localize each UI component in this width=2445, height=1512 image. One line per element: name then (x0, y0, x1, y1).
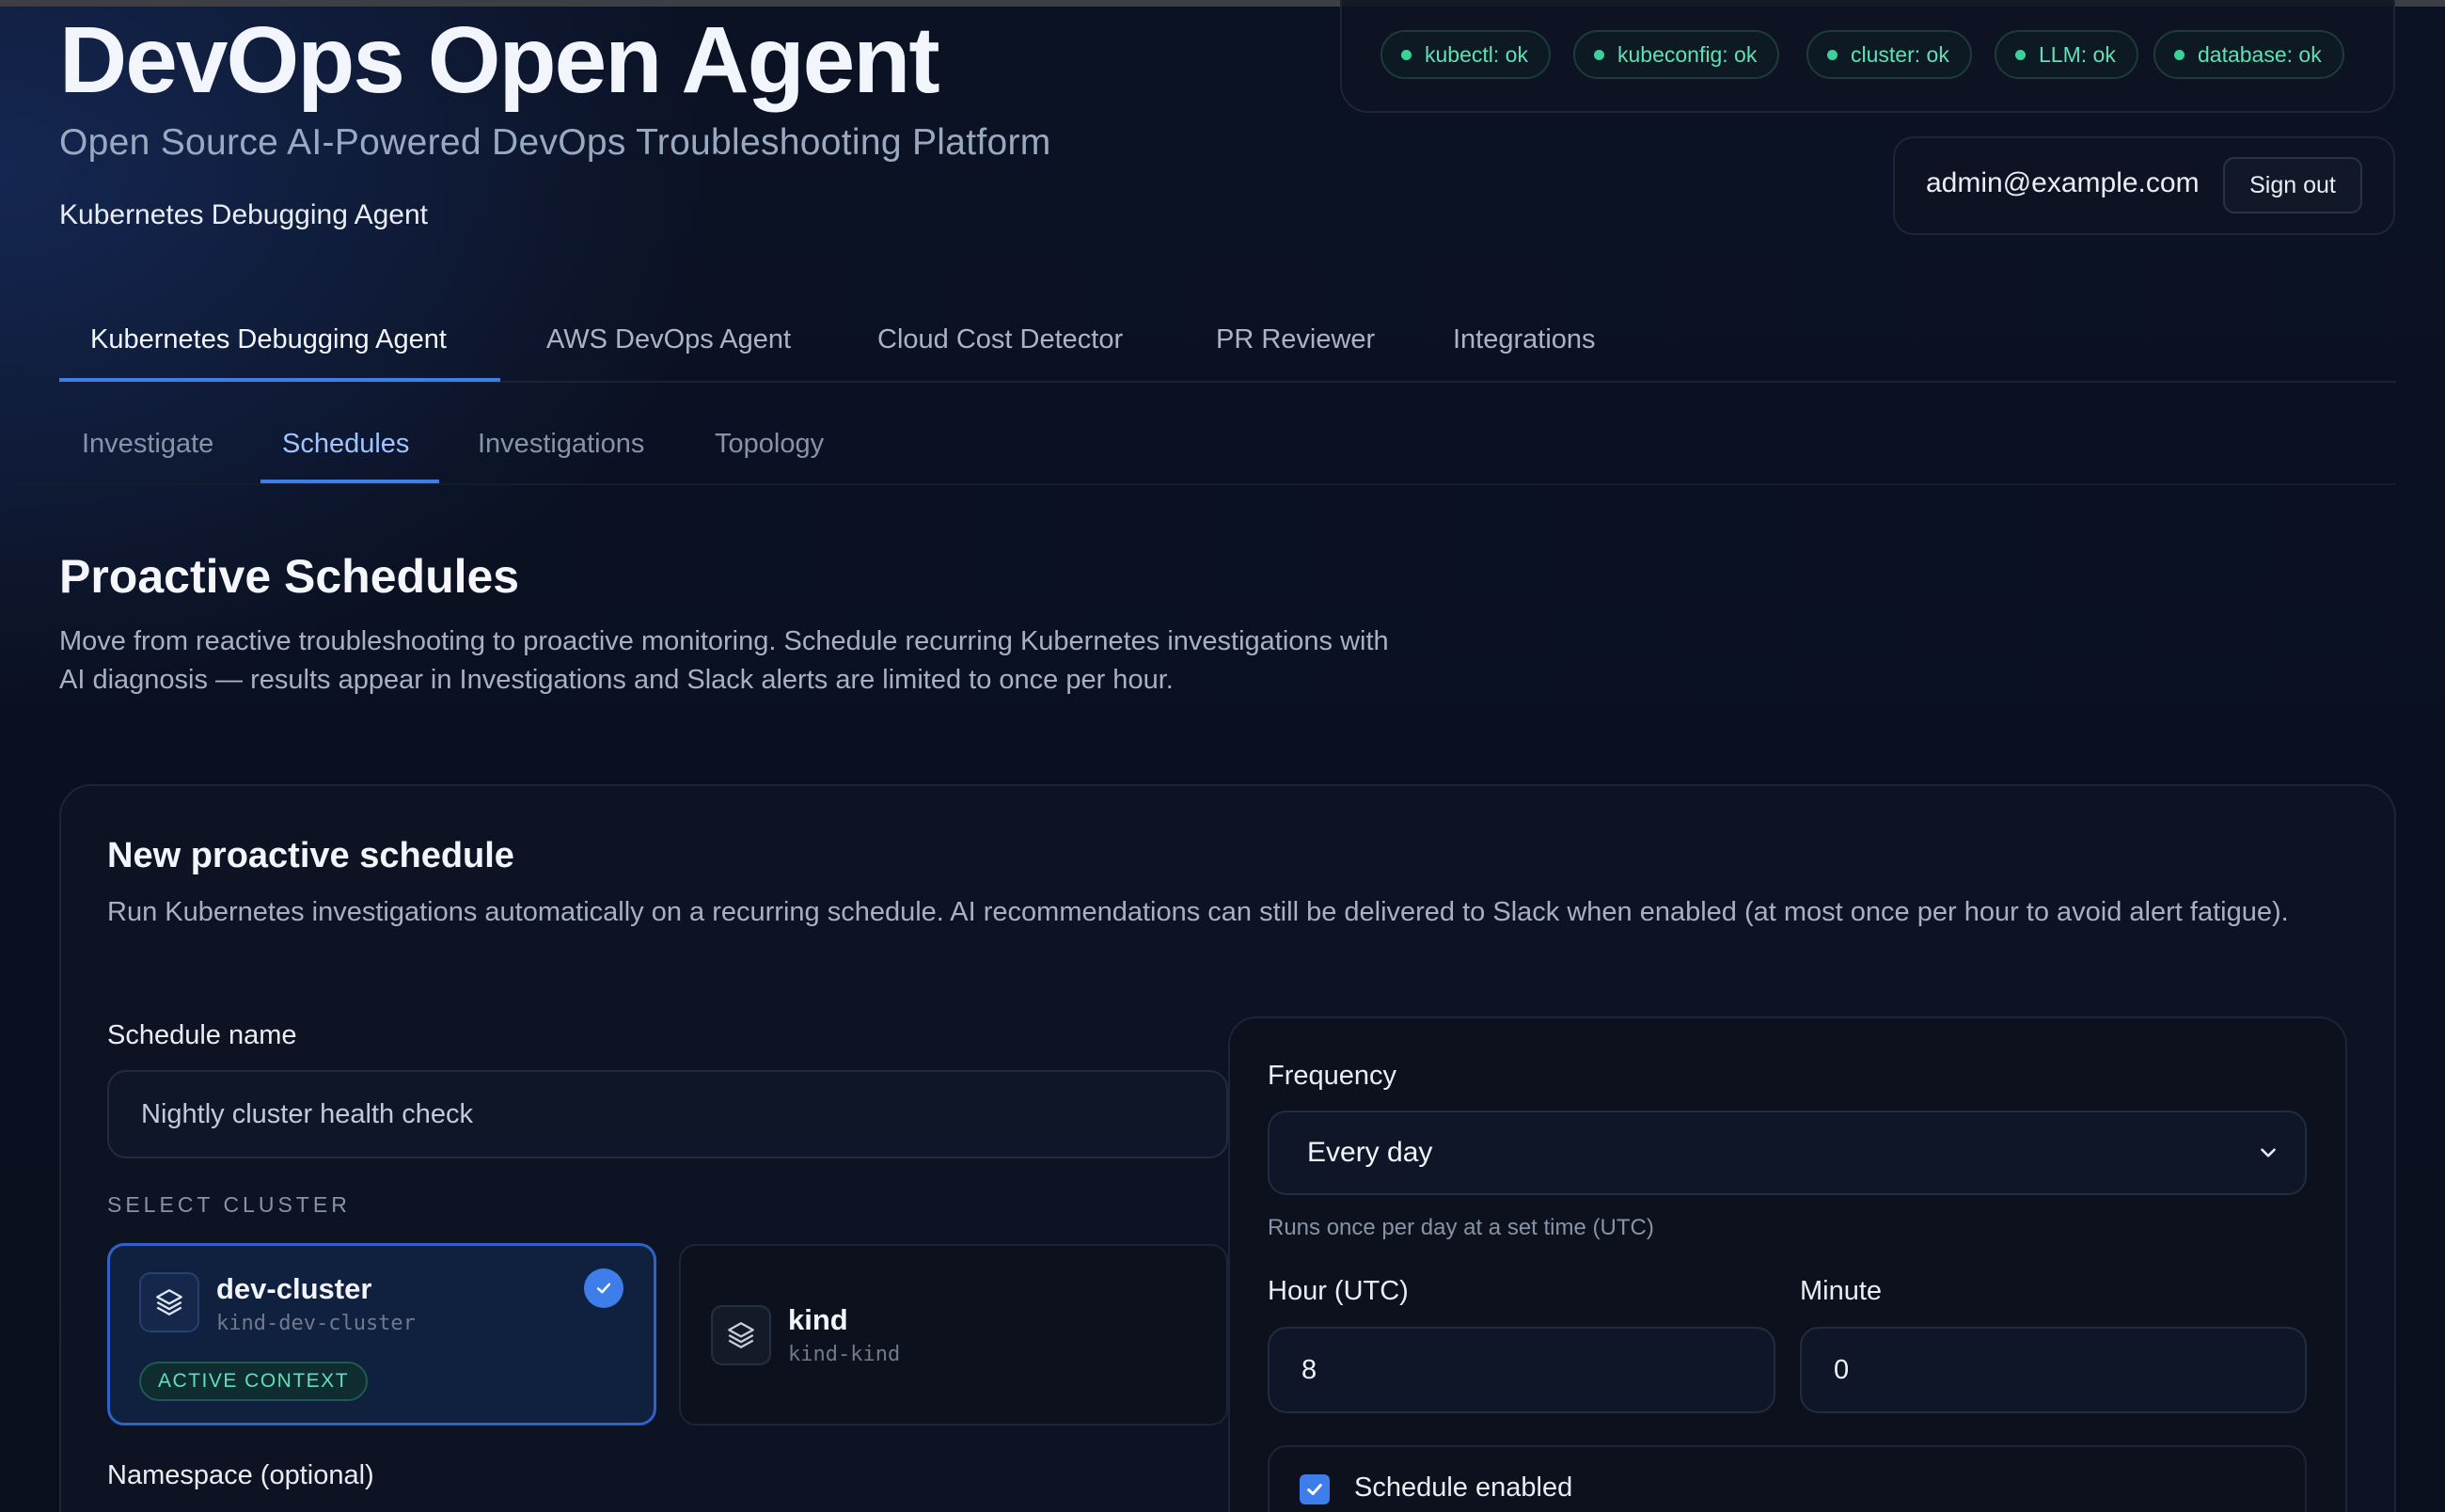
cluster-name: dev-cluster (216, 1272, 372, 1305)
form-title: New proactive schedule (107, 836, 514, 875)
subtab-investigate[interactable]: Investigate (82, 429, 213, 460)
app-subtitle: Open Source AI-Powered DevOps Troublesho… (59, 122, 1051, 163)
page-description: Move from reactive troubleshooting to pr… (59, 626, 1389, 695)
status-dot-icon (1594, 49, 1604, 60)
cluster-layers-icon (139, 1272, 199, 1332)
tab-kubernetes-debugging-agent[interactable]: Kubernetes Debugging Agent (90, 324, 447, 381)
tab-cloud-cost-detector[interactable]: Cloud Cost Detector (877, 324, 1123, 381)
app-title: DevOps Open Agent (59, 8, 940, 113)
schedule-enabled-checkbox[interactable] (1300, 1474, 1330, 1504)
selected-check-icon (584, 1268, 623, 1308)
active-subtab-indicator (260, 480, 439, 483)
status-chip-llm: LLM: ok (1995, 30, 2138, 79)
page-title: Proactive Schedules (59, 550, 520, 603)
schedule-name-input[interactable] (107, 1070, 1228, 1158)
tab-integrations[interactable]: Integrations (1453, 324, 1596, 381)
subtab-topology[interactable]: Topology (715, 429, 824, 460)
cluster-name: kind (788, 1303, 848, 1336)
active-tab-indicator (59, 378, 500, 382)
minute-input[interactable]: 0 (1800, 1327, 2307, 1413)
subtab-schedules[interactable]: Schedules (282, 429, 409, 460)
sign-out-button[interactable]: Sign out (2223, 157, 2362, 213)
cluster-layers-icon (711, 1305, 771, 1365)
frequency-hint: Runs once per day at a set time (UTC) (1268, 1215, 1654, 1240)
cluster-context: kind-kind (788, 1343, 901, 1366)
frequency-label: Frequency (1268, 1061, 1397, 1091)
hour-label: Hour (UTC) (1268, 1276, 1409, 1306)
active-context-badge: ACTIVE CONTEXT (139, 1362, 369, 1401)
tab-pr-reviewer[interactable]: PR Reviewer (1216, 324, 1375, 381)
cluster-context: kind-dev-cluster (216, 1312, 416, 1335)
status-chip-cluster: cluster: ok (1806, 30, 1972, 79)
form-description: Run Kubernetes investigations automatica… (107, 897, 2289, 927)
status-chip-kubeconfig: kubeconfig: ok (1573, 30, 1780, 79)
status-dot-icon (1401, 49, 1412, 60)
tab-aws-devops-agent[interactable]: AWS DevOps Agent (546, 324, 791, 381)
status-dot-icon (2015, 49, 2026, 60)
status-chip-kubectl: kubectl: ok (1380, 30, 1551, 79)
chevron-down-icon (2256, 1141, 2280, 1173)
schedule-enabled-label: Schedule enabled (1354, 1473, 1573, 1503)
status-dot-icon (1827, 49, 1838, 60)
namespace-label: Namespace (optional) (107, 1460, 374, 1490)
status-dot-icon (2174, 49, 2185, 60)
subtab-investigations[interactable]: Investigations (478, 429, 644, 460)
agent-caption: Kubernetes Debugging Agent (59, 199, 428, 230)
schedule-name-label: Schedule name (107, 1020, 297, 1050)
frequency-select[interactable]: Every day (1268, 1110, 2307, 1195)
status-chip-database: database: ok (2153, 30, 2344, 79)
minute-label: Minute (1800, 1276, 1883, 1306)
select-cluster-label: SELECT CLUSTER (107, 1192, 351, 1217)
hour-input[interactable]: 8 (1268, 1327, 1775, 1413)
user-email: admin@example.com (1926, 167, 2200, 198)
